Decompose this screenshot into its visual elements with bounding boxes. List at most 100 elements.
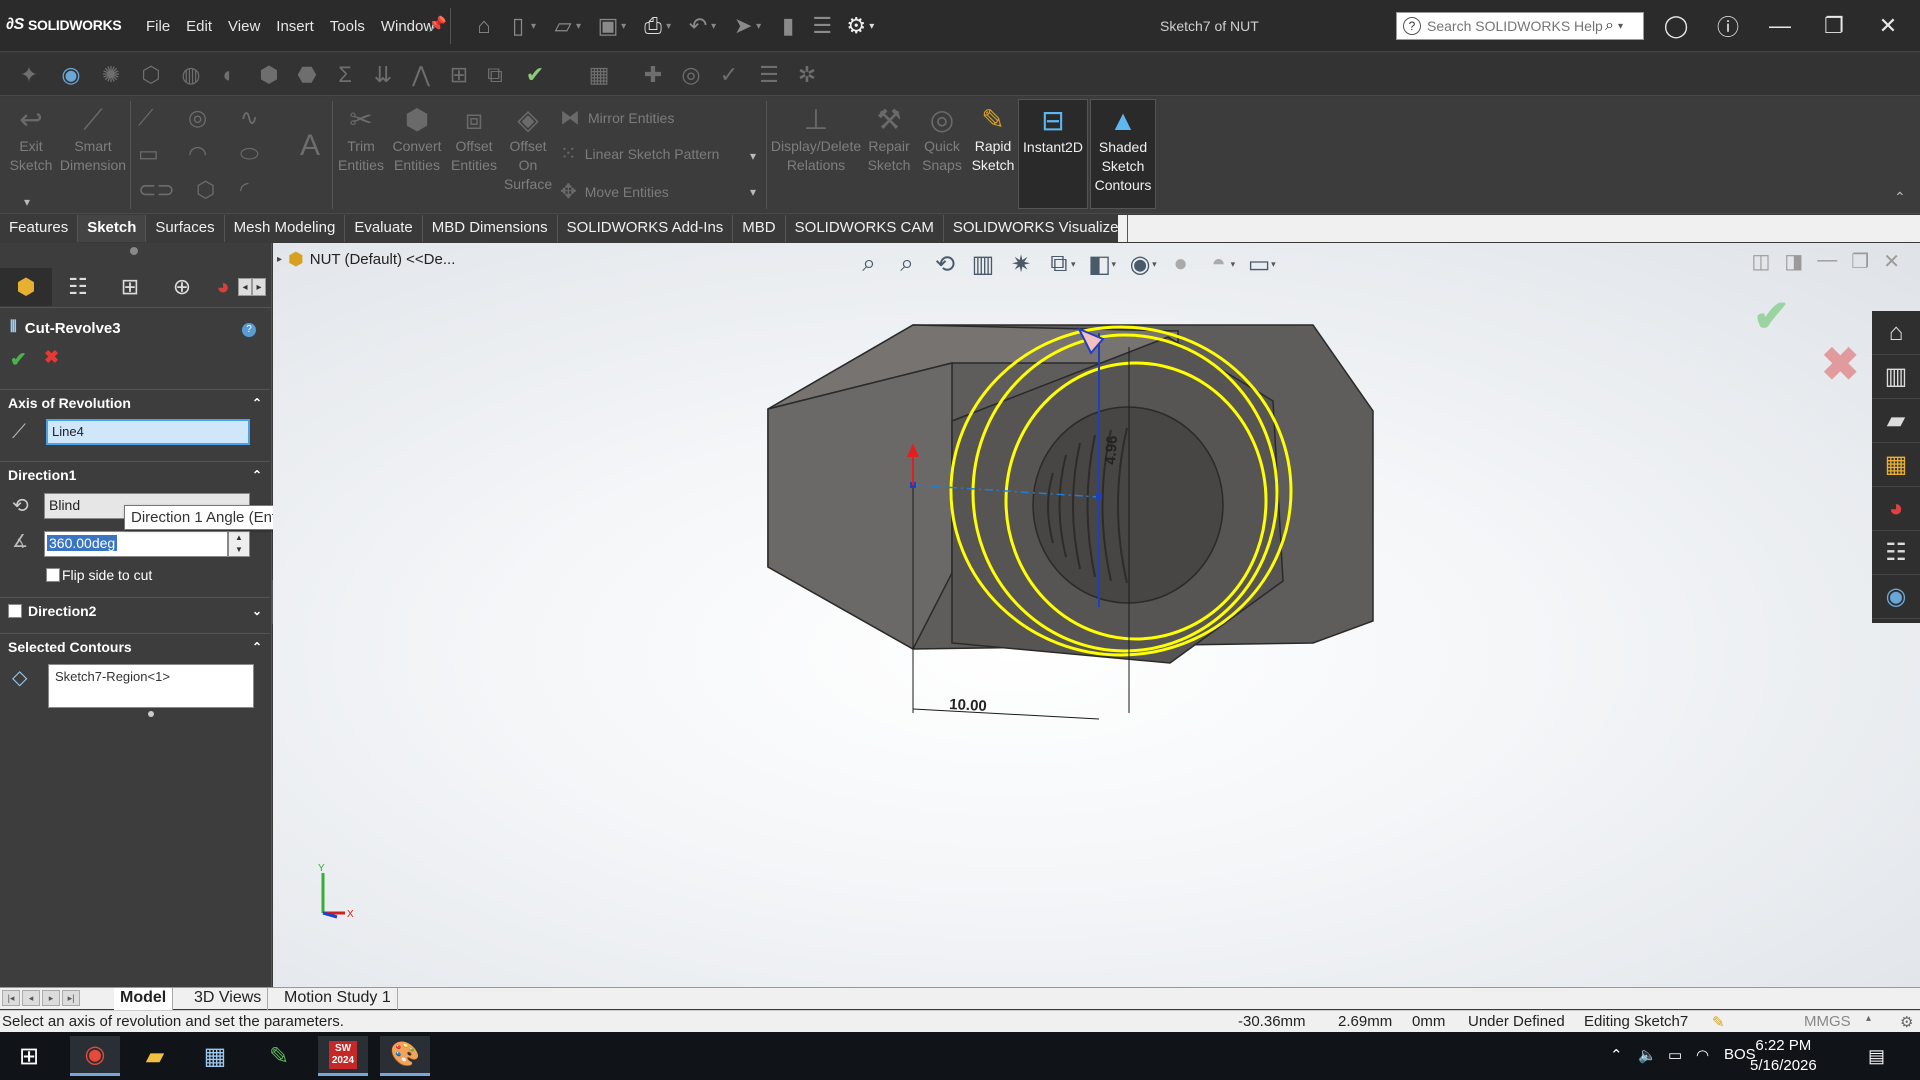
home-icon[interactable]: ⌂ (467, 11, 501, 41)
configuration-manager-icon[interactable]: ⊞ (104, 268, 156, 306)
menu-file[interactable]: File (138, 16, 178, 37)
volume-icon[interactable]: 🔈 (1638, 1046, 1657, 1064)
exit-sketch-button[interactable]: ↩ Exit Sketch (6, 103, 56, 175)
paint-app-icon[interactable]: 🎨 (380, 1036, 430, 1076)
save-dropdown-icon[interactable]: ▾ (621, 21, 626, 32)
spline-icon[interactable]: ∿ (240, 105, 258, 131)
instant2d-button[interactable]: ⊟ Instant2D (1018, 99, 1088, 209)
toolbar-sum-icon[interactable]: Σ (330, 61, 360, 89)
solidworks-logo[interactable]: ∂S SOLIDWORKS (6, 14, 122, 36)
save-icon[interactable]: ▣ (591, 11, 625, 41)
collapse-icon[interactable]: ⌃ (252, 468, 262, 482)
toolbar-tool-icon[interactable]: ▦ (584, 61, 614, 89)
cancel-button[interactable]: ✖ (44, 347, 59, 368)
line-icon[interactable]: ⟋ (138, 105, 153, 131)
text-icon[interactable]: A (300, 129, 320, 163)
tab-3d-views[interactable]: 3D Views (188, 988, 269, 1010)
direction1-header[interactable]: Direction1 ⌃ (0, 462, 270, 488)
toolbar-tool-icon[interactable]: ◎ (676, 61, 706, 89)
toolbar-tool-icon[interactable]: ✲ (792, 61, 822, 89)
toolbar-tool-icon[interactable]: ✺ (96, 61, 126, 89)
search-icon[interactable]: ⌕ (1605, 17, 1614, 35)
menu-insert[interactable]: Insert (268, 16, 322, 37)
fillet-icon[interactable]: ◜ (240, 177, 249, 203)
file-explorer-icon[interactable]: ▰ (1872, 399, 1920, 443)
polygon-icon[interactable]: ⬡ (196, 177, 215, 203)
selected-contours-header[interactable]: Selected Contours ⌃ (0, 634, 270, 660)
tab-features[interactable]: Features (0, 215, 79, 242)
reverse-direction-icon[interactable]: ⟲ (12, 493, 29, 518)
tab-mesh-modeling[interactable]: Mesh Modeling (225, 215, 346, 242)
close-button[interactable]: ✕ (1868, 10, 1908, 42)
solidworks-forum-icon[interactable]: ◉ (1872, 575, 1920, 619)
dimxpert-manager-icon[interactable]: ⊕ (156, 268, 208, 306)
axis-of-revolution-header[interactable]: Axis of Revolution ⌃ (0, 390, 270, 416)
print-icon[interactable]: ⎙ (636, 11, 670, 41)
last-tab-icon[interactable]: ▸| (62, 990, 80, 1006)
tab-scroll-left-icon[interactable]: ◂ (238, 278, 252, 296)
collapse-ribbon-icon[interactable]: ⌃ (1894, 189, 1906, 206)
file-properties-icon[interactable]: ☰ (805, 11, 839, 41)
view-palette-icon[interactable]: ▦ (1872, 443, 1920, 487)
toolbar-tool-icon[interactable]: ⇊ (368, 61, 398, 89)
angle-spinner[interactable]: ▲ ▼ (228, 531, 250, 557)
tab-sketch[interactable]: Sketch (78, 215, 147, 242)
display-delete-relations-button[interactable]: ⊥ Display/Delete Relations (770, 103, 862, 175)
toolbar-tool-icon[interactable]: ◐ (214, 61, 244, 89)
resize-grip[interactable] (148, 711, 154, 717)
tab-surfaces[interactable]: Surfaces (146, 215, 225, 242)
status-settings-icon[interactable]: ⚙ (1900, 1013, 1913, 1031)
new-document-icon[interactable]: ▯ (501, 11, 535, 41)
dimension-horizontal[interactable]: 10.00 (949, 696, 987, 715)
property-manager-icon[interactable]: ☷ (52, 268, 104, 306)
linear-sketch-pattern-button[interactable]: ⁙ Linear Sketch Pattern (560, 141, 719, 166)
tab-evaluate[interactable]: Evaluate (345, 215, 423, 242)
toolbar-sketch-icon[interactable]: ◉ (56, 61, 86, 89)
menu-edit[interactable]: Edit (178, 16, 220, 37)
open-icon[interactable]: ▱ (546, 11, 580, 41)
threaded-hole[interactable] (1032, 406, 1224, 604)
options-gear-icon[interactable]: ⚙ (839, 11, 873, 41)
flip-side-checkbox[interactable] (46, 568, 60, 582)
toolbar-tool-icon[interactable]: ⧉ (480, 61, 510, 89)
confirm-cancel-corner[interactable]: ✖ (1821, 337, 1860, 391)
prev-tab-icon[interactable]: ◂ (22, 990, 40, 1006)
panel-grip[interactable] (130, 247, 138, 255)
arc-icon[interactable]: ◠ (188, 141, 207, 167)
convert-entities-button[interactable]: ⬢ Convert Entities (388, 103, 446, 175)
search-input[interactable] (1427, 18, 1605, 34)
minimize-button[interactable]: — (1760, 10, 1800, 42)
collapse-icon[interactable]: ⌃ (252, 640, 262, 654)
dimension-vertical[interactable]: 4.96 (1102, 435, 1121, 465)
open-dropdown-icon[interactable]: ▾ (576, 21, 581, 32)
file-explorer-icon[interactable]: ▰ (130, 1036, 180, 1076)
tab-scroll-right-icon[interactable]: ▸ (252, 278, 266, 296)
tab-solidworks-cam[interactable]: SOLIDWORKS CAM (786, 215, 944, 242)
solidworks-taskbar-icon[interactable]: SW 2024 (318, 1036, 368, 1076)
toolbar-tool-icon[interactable]: ✦ (14, 61, 44, 89)
wifi-icon[interactable]: ◠ (1696, 1046, 1709, 1064)
toolbar-tool-icon[interactable]: ◍ (176, 61, 206, 89)
trim-entities-button[interactable]: ✂ Trim Entities (336, 103, 386, 175)
menu-view[interactable]: View (220, 16, 268, 37)
help-icon[interactable]: ⓘ (1708, 10, 1748, 42)
nut-left-face[interactable] (767, 362, 953, 651)
rectangle-icon[interactable]: ▭ (138, 141, 159, 167)
collapse-icon[interactable]: ⌃ (252, 396, 262, 410)
toolbar-tool-icon[interactable]: ☰ (754, 61, 784, 89)
pin-menu-icon[interactable]: 📌 (428, 15, 447, 33)
select-dropdown-icon[interactable]: ▾ (756, 21, 761, 32)
chrome-icon[interactable]: ◉ (70, 1036, 120, 1076)
restore-button[interactable]: ❐ (1814, 10, 1854, 42)
print-dropdown-icon[interactable]: ▾ (666, 21, 671, 32)
angle-input[interactable]: 360.00deg (44, 531, 228, 557)
units-dropdown-icon[interactable]: ▴ (1866, 1013, 1871, 1024)
direction2-header[interactable]: Direction2 ⌄ (0, 598, 270, 624)
graphics-area[interactable]: ▸ ⬢ NUT (Default) <<De... ⌕ ⌕ ⟲ ▥ ✷ ⧉ ▾ ◧… (273, 243, 1920, 987)
toolbar-tool-icon[interactable]: ⊞ (444, 61, 474, 89)
tab-solidworks-add-ins[interactable]: SOLIDWORKS Add-Ins (558, 215, 734, 242)
toolbar-checkmark-icon[interactable]: ✓ (714, 61, 744, 89)
offset-on-surface-button[interactable]: ◈ Offset On Surface (502, 103, 554, 194)
tab-mbd[interactable]: MBD (733, 215, 786, 242)
design-library-icon[interactable]: ▥ (1872, 355, 1920, 399)
